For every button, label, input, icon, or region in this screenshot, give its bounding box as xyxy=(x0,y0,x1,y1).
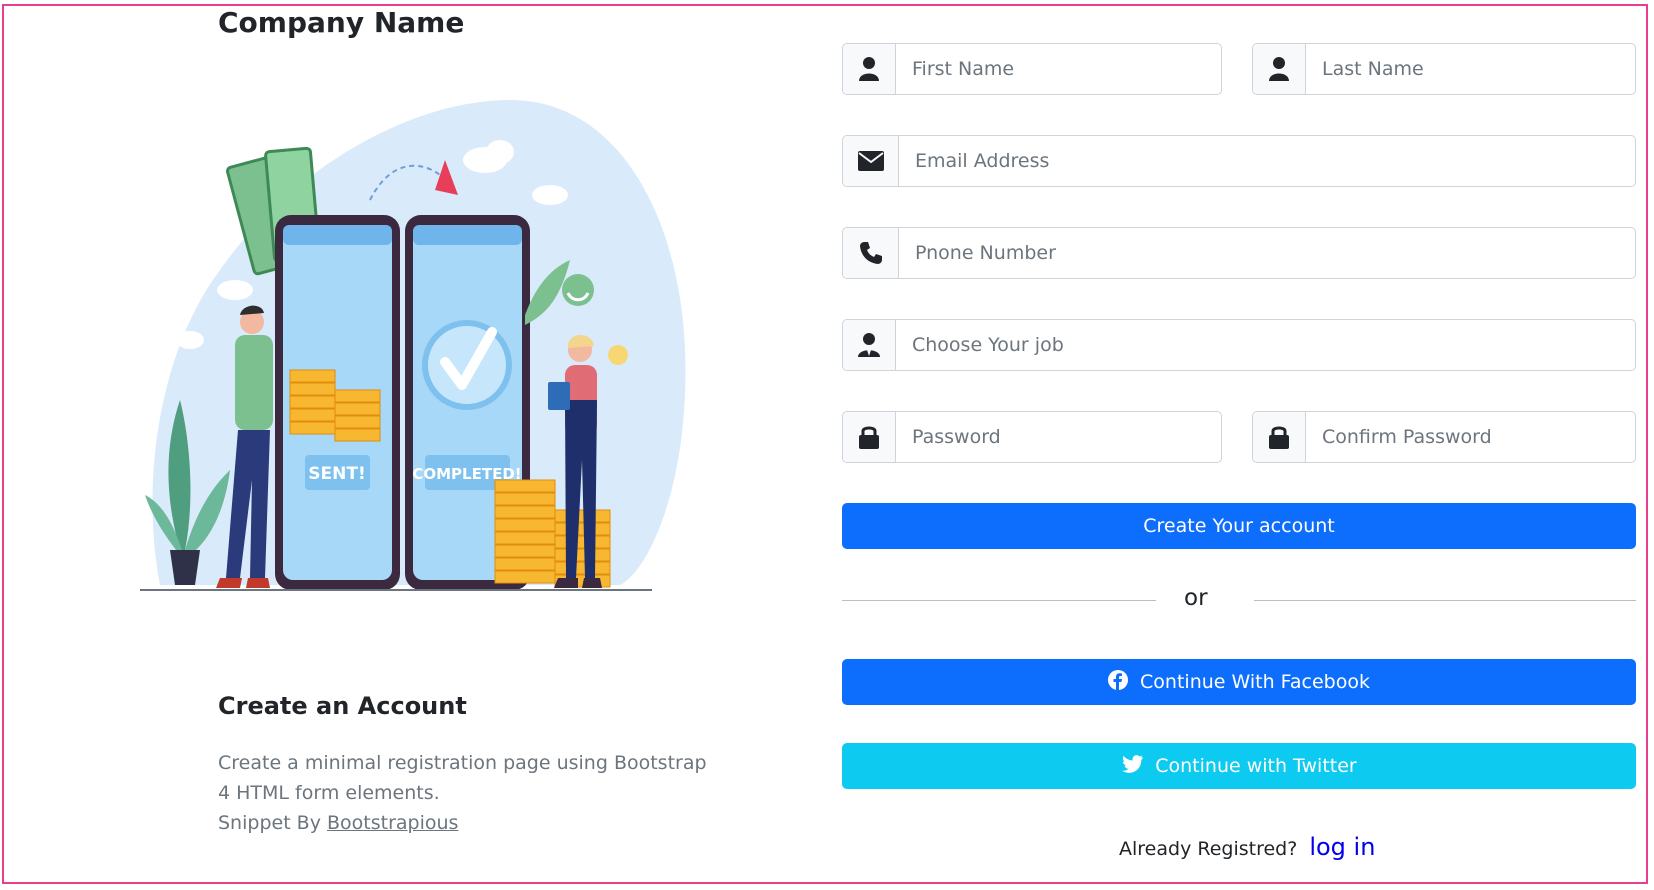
first-name-group xyxy=(842,43,1222,95)
intro-heading: Create an Account xyxy=(218,692,467,720)
facebook-icon xyxy=(1108,669,1129,695)
sent-label: SENT! xyxy=(308,464,365,484)
email-input[interactable] xyxy=(899,136,1635,186)
create-account-button[interactable]: Create Your account xyxy=(842,503,1636,549)
job-input[interactable] xyxy=(896,320,1635,370)
twitter-label: Continue with Twitter xyxy=(1155,755,1357,777)
last-name-group xyxy=(1252,43,1636,95)
divider-left xyxy=(842,600,1156,601)
divider-right xyxy=(1254,600,1636,601)
email-group xyxy=(842,135,1636,187)
user-icon xyxy=(843,44,896,94)
phone-group xyxy=(842,227,1636,279)
password-group xyxy=(842,411,1222,463)
lock-icon xyxy=(843,412,896,462)
brand-name: Company Name xyxy=(218,6,465,39)
login-row: Already Registred? log in xyxy=(1119,833,1375,861)
last-name-input[interactable] xyxy=(1306,44,1635,94)
login-link[interactable]: log in xyxy=(1309,833,1375,861)
credit-prefix: Snippet By xyxy=(218,812,321,834)
intro-description-text: Create a minimal registration page using… xyxy=(218,752,707,804)
intro-description: Create a minimal registration page using… xyxy=(218,748,708,838)
facebook-button[interactable]: Continue With Facebook xyxy=(842,659,1636,705)
registration-illustration: SENT! COMPLETED! xyxy=(140,100,686,591)
lock-icon xyxy=(1253,412,1306,462)
twitter-button[interactable]: Continue with Twitter xyxy=(842,743,1636,789)
user-icon xyxy=(1253,44,1306,94)
user-tie-icon xyxy=(843,320,896,370)
confirm-password-group xyxy=(1252,411,1636,463)
confirm-password-input[interactable] xyxy=(1306,412,1635,462)
phone-icon xyxy=(843,228,899,278)
already-registered-text: Already Registred? xyxy=(1119,838,1298,860)
facebook-label: Continue With Facebook xyxy=(1140,671,1370,693)
first-name-input[interactable] xyxy=(896,44,1221,94)
create-account-label: Create Your account xyxy=(1143,515,1335,537)
password-input[interactable] xyxy=(896,412,1221,462)
envelope-icon xyxy=(843,136,899,186)
twitter-icon xyxy=(1121,754,1144,778)
job-group xyxy=(842,319,1636,371)
credit-link[interactable]: Bootstrapious xyxy=(327,812,458,834)
phone-input[interactable] xyxy=(899,228,1635,278)
divider-or-text: or xyxy=(1184,585,1208,611)
